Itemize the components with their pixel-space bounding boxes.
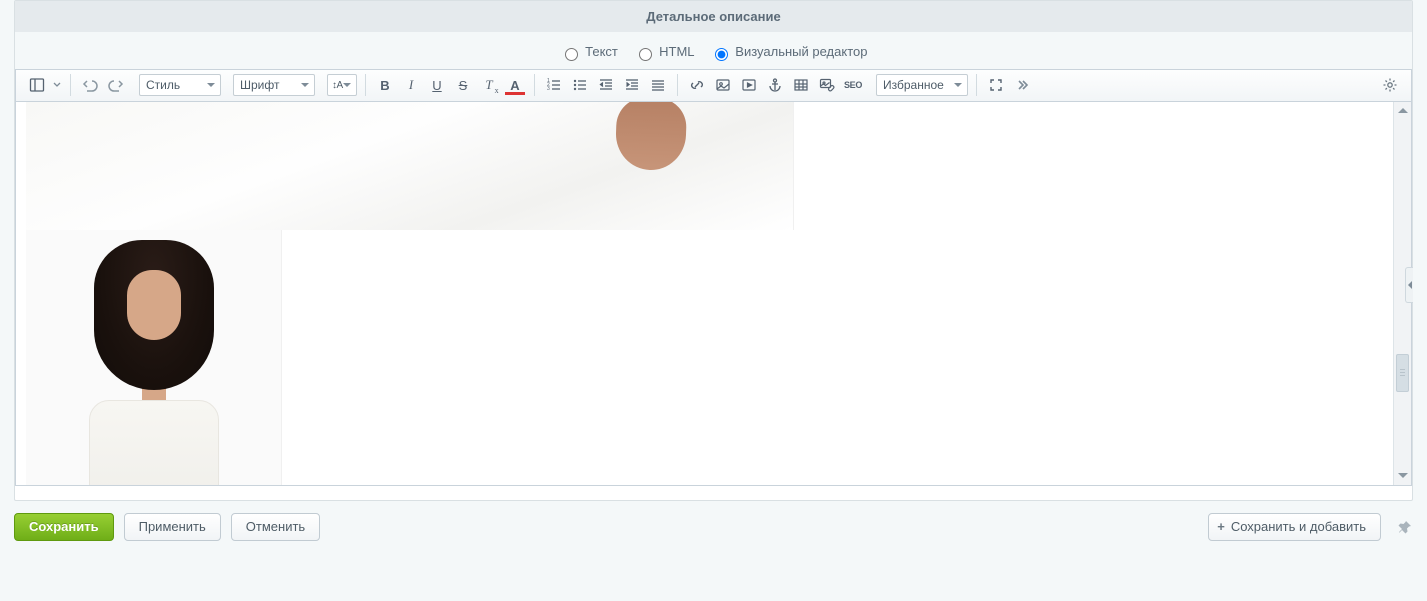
- apply-button[interactable]: Применить: [124, 513, 221, 541]
- favorites-label: Избранное: [883, 78, 944, 92]
- section-header: Детальное описание: [15, 1, 1412, 32]
- template-dropdown-icon[interactable]: [51, 73, 63, 97]
- style-select-label: Стиль: [146, 78, 180, 92]
- outdent-icon[interactable]: [594, 73, 618, 97]
- font-select[interactable]: Шрифт: [233, 74, 315, 96]
- redo-icon[interactable]: [104, 73, 128, 97]
- content-image-2-graphic: [69, 240, 239, 485]
- clear-format-button[interactable]: Tx: [477, 73, 501, 97]
- save-button[interactable]: Сохранить: [14, 513, 114, 541]
- indent-icon[interactable]: [620, 73, 644, 97]
- underline-button[interactable]: U: [425, 73, 449, 97]
- editor-toolbar: Стиль Шрифт ↕A B I U S Tx: [15, 69, 1412, 101]
- favorites-select[interactable]: Избранное: [876, 74, 968, 96]
- svg-text:3: 3: [547, 86, 550, 92]
- strike-button[interactable]: S: [451, 73, 475, 97]
- italic-button[interactable]: I: [399, 73, 423, 97]
- seo-icon[interactable]: SEO: [841, 73, 865, 97]
- content-image-2[interactable]: [26, 230, 282, 485]
- link-icon[interactable]: [685, 73, 709, 97]
- undo-icon[interactable]: [78, 73, 102, 97]
- mode-text-radio[interactable]: [565, 48, 578, 61]
- font-size-icon: ↕A: [332, 80, 343, 91]
- editor-wrap: Стиль Шрифт ↕A B I U S Tx: [15, 69, 1412, 486]
- save-and-add-button[interactable]: + Сохранить и добавить: [1208, 513, 1381, 541]
- cancel-button-label: Отменить: [246, 519, 305, 534]
- pin-icon[interactable]: [1397, 519, 1413, 535]
- footer-action-bar: Сохранить Применить Отменить + Сохранить…: [0, 501, 1427, 553]
- apply-button-label: Применить: [139, 519, 206, 534]
- image-link-icon[interactable]: [815, 73, 839, 97]
- ordered-list-icon[interactable]: 123: [542, 73, 566, 97]
- plus-icon: +: [1217, 519, 1225, 534]
- save-and-add-label: Сохранить и добавить: [1231, 519, 1366, 534]
- mode-html-radio[interactable]: [639, 48, 652, 61]
- mode-html-label[interactable]: HTML: [634, 44, 698, 59]
- anchor-icon[interactable]: [763, 73, 787, 97]
- content-image-1[interactable]: [26, 102, 794, 230]
- table-icon[interactable]: [789, 73, 813, 97]
- font-select-label: Шрифт: [240, 78, 279, 92]
- editor-mode-row: Текст HTML Визуальный редактор: [15, 32, 1412, 69]
- more-icon[interactable]: [1010, 73, 1034, 97]
- content-image-1-graphic: [615, 102, 687, 171]
- style-select[interactable]: Стиль: [139, 74, 221, 96]
- unordered-list-icon[interactable]: [568, 73, 592, 97]
- scroll-up-icon[interactable]: [1394, 102, 1412, 120]
- editor-panel: Детальное описание Текст HTML Визуальный…: [14, 0, 1413, 501]
- mode-visual-radio[interactable]: [715, 48, 728, 61]
- mode-text-text: Текст: [585, 44, 618, 59]
- mode-visual-label[interactable]: Визуальный редактор: [710, 44, 868, 59]
- image-icon[interactable]: [711, 73, 735, 97]
- fullscreen-icon[interactable]: [984, 73, 1008, 97]
- template-split-icon[interactable]: [25, 73, 49, 97]
- side-flyout-toggle[interactable]: [1405, 267, 1413, 303]
- align-icon[interactable]: [646, 73, 670, 97]
- font-size-select[interactable]: ↕A: [327, 74, 357, 96]
- text-color-button[interactable]: A: [503, 73, 527, 97]
- bold-button[interactable]: B: [373, 73, 397, 97]
- mode-html-text: HTML: [659, 44, 694, 59]
- editor-body[interactable]: [15, 101, 1412, 486]
- settings-gear-icon[interactable]: [1378, 73, 1402, 97]
- scroll-thumb[interactable]: [1396, 354, 1409, 392]
- mode-visual-text: Визуальный редактор: [735, 44, 867, 59]
- scroll-down-icon[interactable]: [1394, 467, 1412, 485]
- video-icon[interactable]: [737, 73, 761, 97]
- mode-text-label[interactable]: Текст: [560, 44, 622, 59]
- section-title: Детальное описание: [646, 9, 780, 24]
- editor-content-area[interactable]: [16, 102, 1393, 485]
- save-button-label: Сохранить: [29, 519, 99, 534]
- cancel-button[interactable]: Отменить: [231, 513, 320, 541]
